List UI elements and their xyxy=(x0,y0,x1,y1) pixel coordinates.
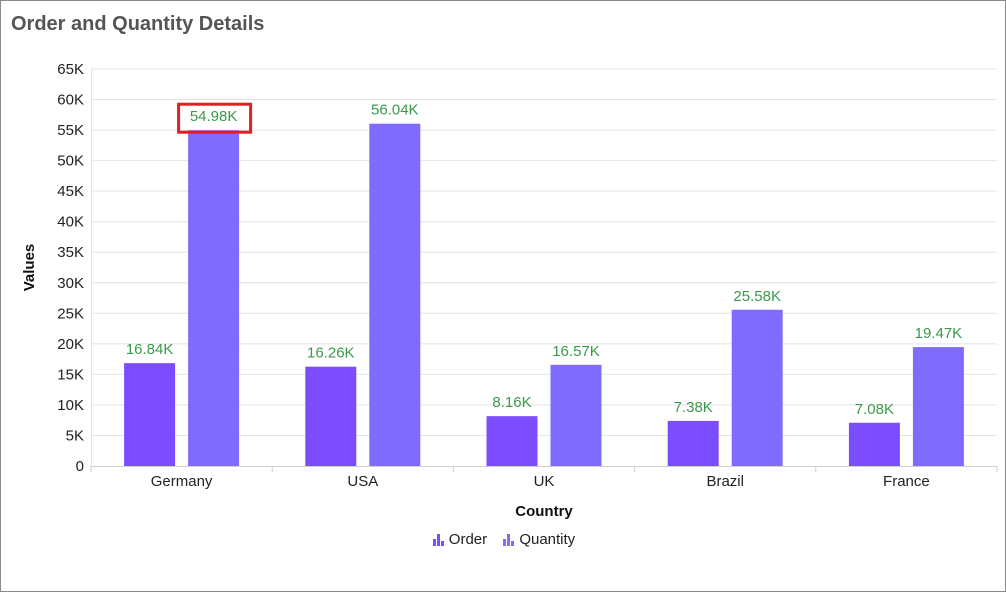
data-labels: 16.84K 54.98K 16.26K 56.04K 8.16K 16.57K 7.38K… xyxy=(126,102,962,418)
category-label: UK xyxy=(534,473,555,490)
bar-order-uk[interactable] xyxy=(486,416,538,466)
data-label: 56.04K xyxy=(371,102,419,119)
data-label: 7.08K xyxy=(855,401,894,418)
y-tick-label: 30K xyxy=(57,275,84,292)
data-label: 16.84K xyxy=(126,341,174,358)
y-tick-label: 45K xyxy=(57,183,84,200)
data-label: 54.98K xyxy=(190,108,238,125)
legend-item-quantity[interactable]: Quantity xyxy=(503,531,575,548)
y-tick-labels: 0 5K 10K 15K 20K 25K 30K 35K 40K 45K 50K 55K 60K 65K xyxy=(57,61,84,475)
legend-label-quantity: Quantity xyxy=(519,531,576,548)
y-tick-label: 60K xyxy=(57,92,84,109)
bar-chart-icon xyxy=(432,533,445,546)
bar-quantity-germany[interactable] xyxy=(188,130,240,466)
y-tick-label: 40K xyxy=(57,214,84,231)
y-tick-label: 65K xyxy=(57,61,84,78)
chart-panel: Order and Quantity Details 0 5K 10K 15K 20K 2… xyxy=(0,0,1006,592)
legend: Order Quantity xyxy=(1,531,1006,550)
x-axis-title: Country xyxy=(515,503,573,520)
y-axis-title: Values xyxy=(21,244,38,292)
y-tick-label: 20K xyxy=(57,336,84,353)
bar-order-germany[interactable] xyxy=(124,363,176,466)
data-label: 16.26K xyxy=(307,345,355,362)
y-tick-label: 55K xyxy=(57,122,84,139)
bar-order-france[interactable] xyxy=(848,422,900,466)
data-label: 8.16K xyxy=(492,394,531,411)
y-tick-label: 10K xyxy=(57,397,84,414)
bar-quantity-france[interactable] xyxy=(912,347,964,466)
category-label: USA xyxy=(347,473,378,490)
legend-label-order: Order xyxy=(448,531,488,548)
data-label: 19.47K xyxy=(915,325,963,342)
y-tick-label: 35K xyxy=(57,244,84,261)
bar-quantity-uk[interactable] xyxy=(550,364,602,466)
y-tick-label: 50K xyxy=(57,153,84,170)
bar-order-brazil[interactable] xyxy=(667,420,719,466)
bar-chart: 05K10K15K20K25K30K35K40K45K50K55K60K65K … xyxy=(21,61,998,520)
category-label: France xyxy=(883,473,930,490)
category-label: Brazil xyxy=(706,473,744,490)
category-label: Germany xyxy=(151,473,213,490)
bar-quantity-usa[interactable] xyxy=(369,123,421,467)
bars xyxy=(124,123,964,467)
data-label: 16.57K xyxy=(552,343,600,360)
legend-item-order[interactable]: Order xyxy=(432,531,488,548)
bar-order-usa[interactable] xyxy=(305,366,357,466)
y-tick-label: 5K xyxy=(66,427,84,444)
data-label: 25.58K xyxy=(733,288,781,305)
data-label: 7.38K xyxy=(674,399,713,416)
bar-quantity-brazil[interactable] xyxy=(731,309,783,466)
y-tick-label: 15K xyxy=(57,366,84,383)
y-tick-label: 25K xyxy=(57,305,84,322)
category-labels: Germany USA UK Brazil France xyxy=(151,473,930,490)
y-tick-label: 0 xyxy=(76,458,84,475)
bar-chart-icon xyxy=(503,533,515,546)
